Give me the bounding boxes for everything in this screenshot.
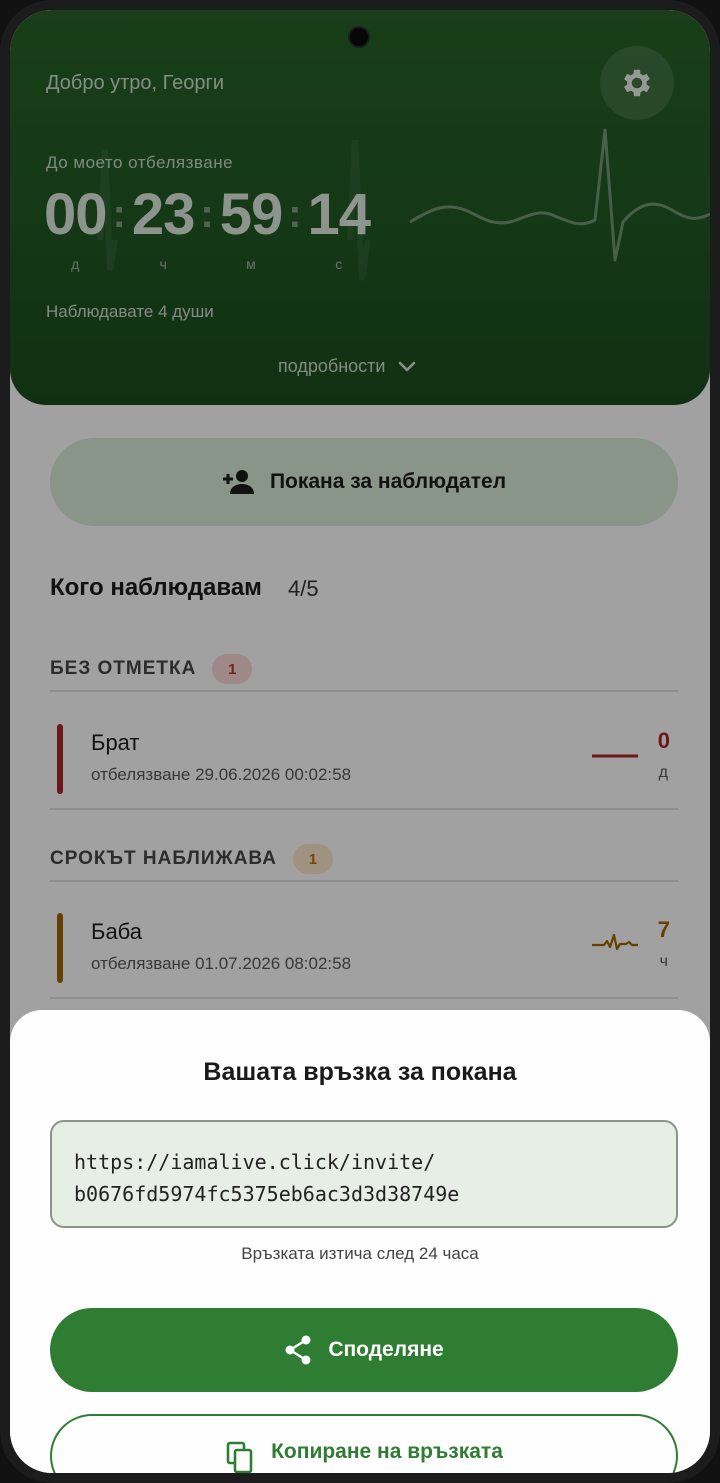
invite-link-line1: https://iamalive.click/invite/ [74,1150,436,1174]
phone-screen: Добро утро, Георги До моето отбелязване … [0,0,720,1483]
invite-link-sheet: Вашата връзка за покана https://iamalive… [10,1010,710,1473]
invite-link-field[interactable]: https://iamalive.click/invite/ b0676fd59… [50,1120,678,1228]
sheet-title: Вашата връзка за покана [203,1058,517,1086]
copy-icon [226,1441,253,1473]
copy-link-label: Копиране на връзката [271,1440,503,1463]
link-expiry-note: Връзката изтича след 24 часа [241,1244,479,1263]
copy-link-button[interactable]: Копиране на връзката [50,1414,678,1473]
invite-link-line2: b0676fd5974fc5375eb6ac3d3d38749e [74,1182,460,1206]
share-button[interactable]: Споделяне [50,1308,678,1392]
share-icon [285,1335,311,1365]
share-label: Споделяне [328,1338,444,1361]
